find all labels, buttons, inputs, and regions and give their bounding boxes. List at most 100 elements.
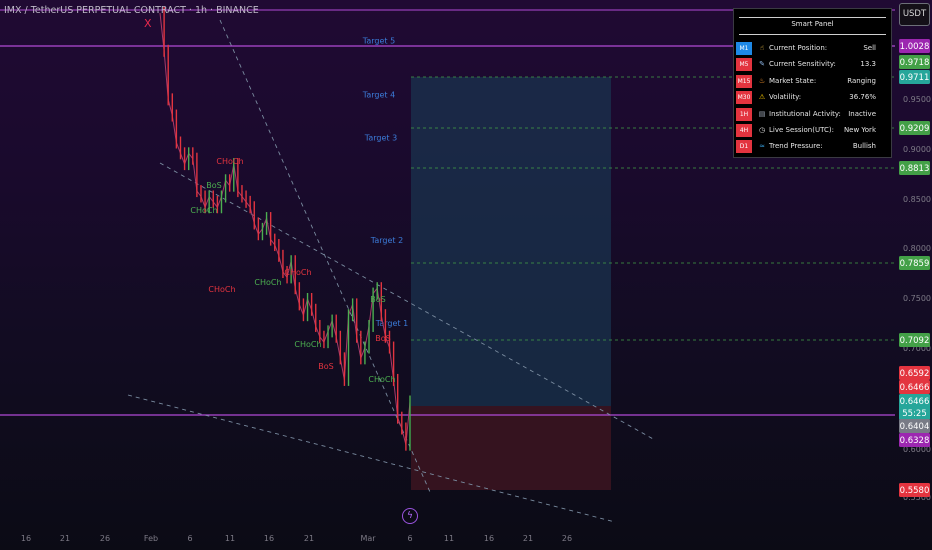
clock-icon: ◷ <box>758 126 766 134</box>
x-tick-label: 16 <box>264 534 274 543</box>
target-label: Target 3 <box>364 133 397 142</box>
svg-text:1.0028: 1.0028 <box>900 42 930 52</box>
y-tick-label: 0.9000 <box>903 145 931 154</box>
price-tag: 0.7859 <box>899 256 930 270</box>
x-tick-label: 16 <box>484 534 494 543</box>
target-label: Target 5 <box>362 36 395 45</box>
timeframe-badge: 4H <box>736 124 752 137</box>
svg-text:0.8813: 0.8813 <box>900 164 930 174</box>
svg-text:0.6592: 0.6592 <box>900 369 930 379</box>
panel-row-value: 13.3 <box>860 60 876 69</box>
timeframe-badge: M30 <box>736 91 752 105</box>
timeframe-badge: M5 <box>736 58 752 72</box>
x-tick-label: 21 <box>304 534 314 543</box>
structure-label: BoS <box>206 181 221 190</box>
panel-row: M5 ✎ Current Sensitivity: 13.3 <box>736 57 888 72</box>
svg-text:0.7859: 0.7859 <box>900 259 930 269</box>
panel-row-label: Institutional Activity: <box>769 109 841 118</box>
price-tag: 0.5580 <box>899 483 930 497</box>
price-tag: 0.9718 <box>899 55 930 69</box>
structure-label: CHoCh <box>216 157 243 166</box>
target-label: Target 1 <box>375 319 408 328</box>
price-candles <box>163 7 411 451</box>
structure-label: CHoCh <box>254 278 281 287</box>
price-tag: 0.6466 <box>899 380 930 394</box>
x-tick-label: Mar <box>360 534 376 543</box>
price-tag: 1.0028 <box>899 39 930 53</box>
chart-canvas[interactable]: Target 5 Target 4 Target 3 Target 2 Target 1… <box>0 0 932 550</box>
structure-label: BoS <box>370 295 385 304</box>
target-labels: Target 5 Target 4 Target 3 Target 2 Target 1 <box>362 36 408 328</box>
pointing-hand-icon: ☝ <box>759 44 765 52</box>
panel-row: M30 ⚠ Volatility: 36.76% <box>736 90 888 105</box>
panel-title: Smart Panel <box>791 20 834 28</box>
reward-zone <box>411 77 611 406</box>
risk-zone <box>411 406 611 490</box>
svg-text:0.6404: 0.6404 <box>900 422 930 432</box>
panel-row: M1 ☝ Current Position: Sell <box>736 41 888 56</box>
svg-text:0.9718: 0.9718 <box>900 58 930 68</box>
wave-icon: ≈ <box>759 142 765 151</box>
x-tick-label: Feb <box>144 534 158 543</box>
panel-row-value: 36.76% <box>849 93 876 102</box>
price-tag: 0.6328 <box>899 433 930 447</box>
svg-text:0.9209: 0.9209 <box>900 124 930 134</box>
panel-row-value: Bullish <box>852 142 876 151</box>
panel-row: M15 ♨ Market State: Ranging <box>736 74 888 89</box>
x-tick-label: 21 <box>60 534 70 543</box>
lightning-logo-icon[interactable]: ϟ <box>402 508 418 524</box>
panel-top-rule <box>739 17 886 18</box>
price-tag: 0.6404 <box>899 419 930 433</box>
panel-row-label: Live Session(UTC): <box>769 126 834 134</box>
price-tags: 1.0028 0.9718 0.9711 0.9209 0.8813 0.7859 0.70… <box>899 39 930 497</box>
price-tag: 0.9209 <box>899 121 930 135</box>
panel-title-rule <box>739 34 886 35</box>
target-label: Target 4 <box>362 90 395 99</box>
smart-panel: Smart Panel M1 ☝ Current Position: Sell M5 ✎ C… <box>733 8 892 158</box>
price-tag: 0.8813 <box>899 161 930 175</box>
panel-row-value: Ranging <box>847 76 876 85</box>
x-tick-label: 11 <box>225 534 235 543</box>
price-tag: 55:25 <box>899 406 930 420</box>
pen-icon: ✎ <box>759 60 765 69</box>
y-tick-label: 0.8000 <box>903 244 931 253</box>
svg-text:0.6328: 0.6328 <box>900 436 930 446</box>
svg-text:0.7092: 0.7092 <box>900 336 930 346</box>
x-tick-label: 26 <box>562 534 572 543</box>
panel-row-value: Inactive <box>848 109 876 118</box>
structure-label: CHoCh <box>190 206 217 215</box>
panel-row: 1H ▤ Institutional Activity: Inactive <box>736 107 888 122</box>
svg-text:0.9711: 0.9711 <box>900 73 930 83</box>
y-tick-label: 0.7500 <box>903 294 931 303</box>
svg-text:0.6466: 0.6466 <box>900 383 930 393</box>
structure-label: BoS <box>318 362 333 371</box>
structure-label: BoS <box>375 334 390 343</box>
panel-row-value: New York <box>843 126 876 134</box>
y-tick-label: 0.8500 <box>903 195 931 204</box>
structure-label: CHoCh <box>208 285 235 294</box>
svg-text:0.6466: 0.6466 <box>900 397 930 407</box>
x-tick-label: 6 <box>407 534 412 543</box>
structure-label: CHoCh <box>284 268 311 277</box>
panel-row-label: Market State: <box>769 76 817 85</box>
warning-icon: ⚠ <box>758 93 766 102</box>
svg-text:55:25: 55:25 <box>902 409 927 419</box>
panel-row-label: Volatility: <box>769 93 802 102</box>
price-tag: 0.6466 <box>899 394 930 408</box>
x-tick-label: 21 <box>523 534 533 543</box>
panel-row-value: Sell <box>863 44 876 52</box>
currency-button[interactable]: USDT <box>899 3 930 26</box>
symbol-title: IMX / TetherUS PERPETUAL CONTRACT · 1h ·… <box>4 5 259 16</box>
x-axis: 16 21 26 Feb 6 11 16 21 Mar 6 11 16 21 26 <box>21 534 572 543</box>
panel-row-label: Current Position: <box>769 44 828 52</box>
y-tick-label: 0.9500 <box>903 95 931 104</box>
sell-marker: X <box>144 17 152 30</box>
svg-text:0.5580: 0.5580 <box>900 486 930 496</box>
timeframe-badge: 1H <box>736 107 752 121</box>
panel-row: D1 ≈ Trend Pressure: Bullish <box>736 139 888 154</box>
structure-label: CHoCh <box>368 375 395 384</box>
x-tick-label: 6 <box>187 534 192 543</box>
timeframe-badge: D1 <box>736 140 752 154</box>
panel-row: 4H ◷ Live Session(UTC): New York <box>736 123 888 138</box>
building-icon: ▤ <box>758 109 766 118</box>
